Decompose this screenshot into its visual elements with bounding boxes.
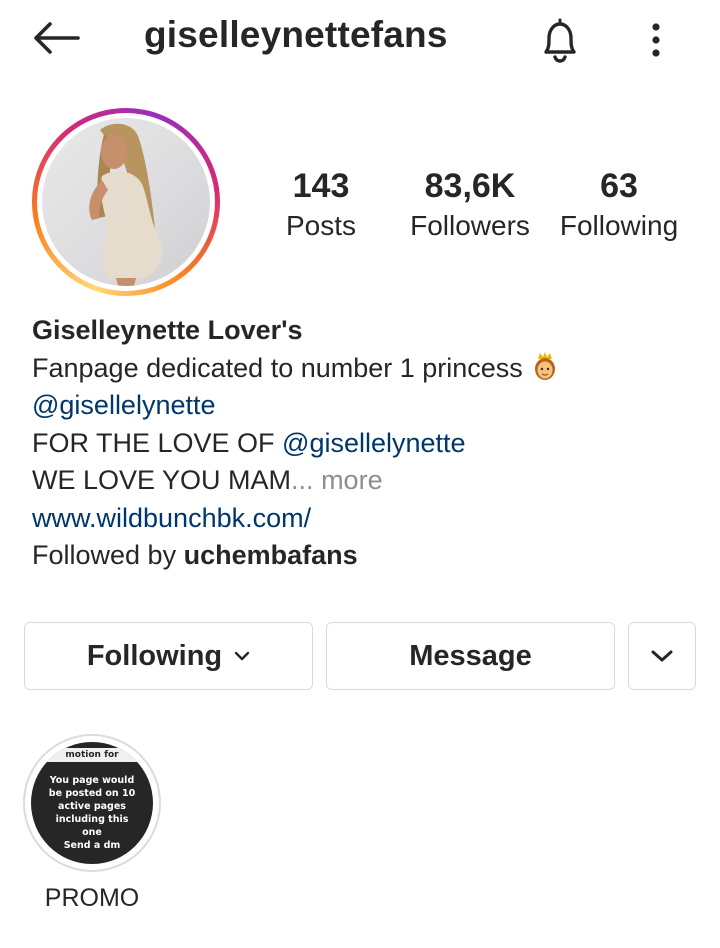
following-button-label: Following xyxy=(86,639,223,672)
display-name: Giselleynette Lover's xyxy=(32,315,303,345)
highlight-cover: motion for You page would be posted on 1… xyxy=(31,742,153,864)
avatar-photo xyxy=(42,118,210,286)
posts-label: Posts xyxy=(285,210,357,241)
suggested-accounts-button[interactable] xyxy=(628,622,696,690)
profile-bio: Giselleynette Lover's Fanpage dedicated … xyxy=(32,312,692,575)
bio-ellipsis: ... xyxy=(291,465,314,495)
mention-link[interactable]: @gisellelynette xyxy=(282,428,466,458)
bio-line: Fanpage dedicated to number 1 princess xyxy=(32,350,692,388)
posts-number: 143 xyxy=(292,167,350,205)
vertical-dots-icon xyxy=(652,23,660,57)
notifications-button[interactable] xyxy=(532,12,588,68)
story-highlight-promo[interactable]: motion for You page would be posted on 1… xyxy=(22,734,162,913)
top-bar: giselleynettefans xyxy=(0,0,720,80)
followed-by-user[interactable]: uchembafans xyxy=(184,540,358,570)
following-label: Following xyxy=(559,210,679,241)
highlight-cover-top: motion for xyxy=(31,748,153,762)
bio-line: WE LOVE YOU MAM... more xyxy=(32,462,692,500)
bell-icon xyxy=(544,18,576,63)
profile-avatar[interactable] xyxy=(32,108,220,296)
message-button-label: Message xyxy=(409,639,532,672)
princess-emoji-icon xyxy=(534,351,555,380)
avatar-figure xyxy=(89,123,162,286)
highlight-cover-dm: Send a dm xyxy=(63,840,121,851)
highlight-ring: motion for You page would be posted on 1… xyxy=(23,734,161,872)
followers-number: 83,6K xyxy=(424,167,516,205)
following-count[interactable]: 63 Following xyxy=(552,166,686,246)
bio-text: Fanpage dedicated to number 1 princess xyxy=(32,352,523,383)
arrow-left-icon xyxy=(34,22,80,54)
followed-by-prefix: Followed by xyxy=(32,540,184,570)
profile-username: giselleynettefans xyxy=(144,14,448,55)
following-number: 63 xyxy=(600,167,638,205)
more-link[interactable]: more xyxy=(314,465,383,495)
avatar-frame xyxy=(37,113,215,291)
followers-count[interactable]: 83,6K Followers xyxy=(400,166,540,246)
chevron-down-icon xyxy=(651,650,673,662)
posts-count[interactable]: 143 Posts xyxy=(276,166,366,246)
bio-line: FOR THE LOVE OF @gisellelynette xyxy=(32,425,692,463)
website-link[interactable]: www.wildbunchbk.com/ xyxy=(32,503,311,533)
followers-label: Followers xyxy=(410,210,530,241)
bio-mention-line: @gisellelynette xyxy=(32,387,692,425)
bio-text: WE LOVE YOU MAM xyxy=(32,465,292,495)
chevron-down-icon xyxy=(234,651,250,661)
highlight-cover-text: You page would be posted on 10 active pa… xyxy=(48,775,136,838)
bio-text: FOR THE LOVE OF xyxy=(32,427,283,458)
options-button[interactable] xyxy=(634,12,678,68)
website-line: www.wildbunchbk.com/ xyxy=(32,500,692,538)
message-button[interactable]: Message xyxy=(326,622,615,690)
following-button[interactable]: Following xyxy=(24,622,313,690)
highlight-label: PROMO xyxy=(44,884,140,912)
followed-by-line[interactable]: Followed by uchembafans xyxy=(32,537,692,575)
back-button[interactable] xyxy=(28,16,84,60)
mention-link[interactable]: @gisellelynette xyxy=(32,390,216,420)
